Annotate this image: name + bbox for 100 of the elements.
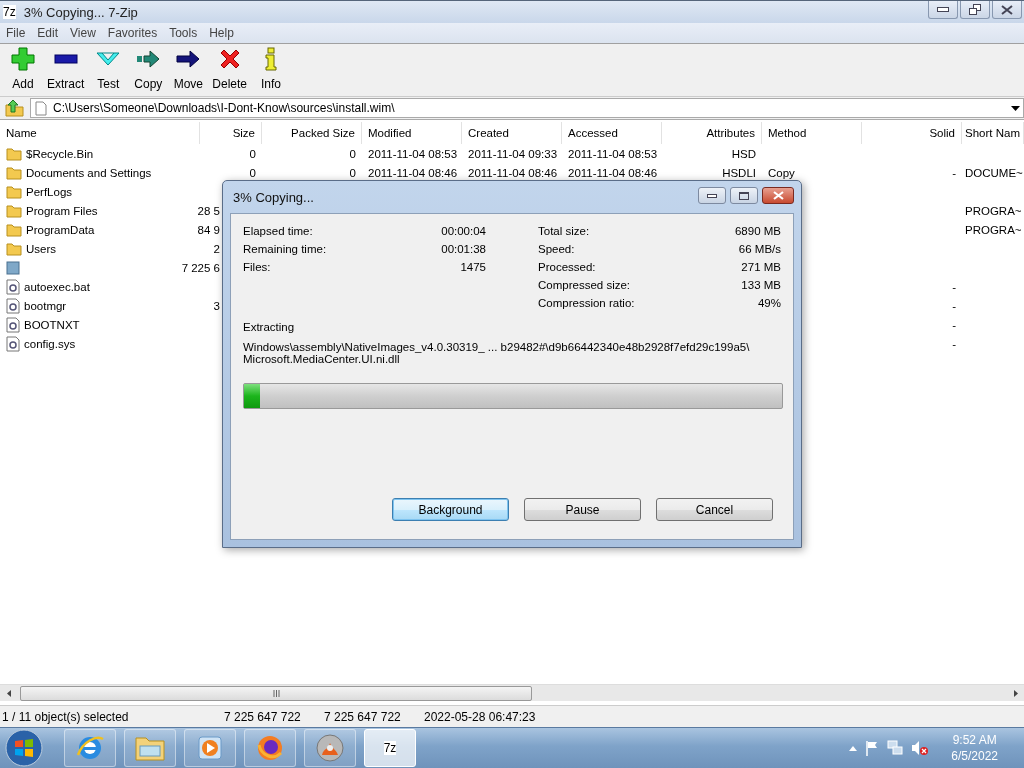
folder-up-icon[interactable] (5, 99, 25, 117)
table-cell: 0 (349, 147, 356, 160)
toolbar-button[interactable]: Delete (209, 44, 251, 96)
taskbar-button[interactable] (244, 729, 296, 767)
table-cell: - (952, 318, 956, 331)
menu-item[interactable]: File (0, 26, 32, 40)
table-cell: 28 5 (197, 204, 220, 217)
restore-button[interactable] (960, 1, 990, 19)
table-cell: - (952, 299, 956, 312)
stat-value: 00:00:04 (441, 224, 486, 238)
scroll-right-icon[interactable] (1013, 689, 1018, 697)
status-text: 1 / 11 object(s) selected (1, 709, 130, 724)
file-name: $Recycle.Bin (26, 147, 94, 160)
table-cell: 2011-11-04 08:53 (368, 147, 458, 160)
minus-icon (53, 54, 78, 64)
minimize-button[interactable] (928, 1, 958, 19)
stat-label: Speed: (538, 242, 576, 256)
stat-label: Files: (243, 260, 272, 274)
column-header[interactable]: Accessed (562, 122, 662, 144)
toolbar-button[interactable]: Copy (129, 44, 168, 96)
stat-value: 49% (756, 296, 781, 310)
minimize-icon (937, 7, 949, 12)
window-title: 3% Copying... 7-Zip (23, 4, 139, 20)
dropdown-arrow-icon[interactable] (1011, 106, 1020, 111)
stat-label: Compression ratio: (538, 296, 636, 310)
play-icon (197, 735, 223, 761)
file-name: BOOTNXT (24, 318, 80, 331)
minimize-button[interactable] (698, 187, 726, 204)
file-name: Documents and Settings (26, 166, 152, 179)
close-button[interactable] (762, 187, 794, 204)
stat-value: 00:01:38 (441, 242, 486, 256)
stat-value: 1475 (459, 260, 486, 274)
file-name: ProgramData (26, 223, 95, 236)
stat-value: 6890 MB (734, 224, 781, 238)
address-field[interactable]: C:\Users\Someone\Downloads\I-Dont-Know\sources\install.wim\ (30, 98, 1024, 118)
column-header[interactable]: Modified (362, 122, 462, 144)
table-cell: 84 9 (197, 223, 220, 236)
maximize-icon (739, 191, 749, 200)
dialog-button[interactable]: Pause (524, 498, 641, 521)
column-header[interactable]: Packed Size (262, 122, 362, 144)
column-header[interactable]: Attributes (662, 122, 762, 144)
file-path: Windows\assembly\NativeImages_v4.0.30319_ ... b29482#\d9b66442340e48b2928f7efd29c199a5\ (243, 341, 751, 353)
status-text: 2022-05-28 06:47:23 (423, 709, 537, 724)
table-cell: PROGRA~ (965, 223, 1022, 236)
stat-value: 271 MB (740, 260, 781, 274)
table-cell: HSD (731, 147, 756, 160)
column-header[interactable]: Solid (862, 122, 962, 144)
table-cell: 0 (349, 166, 356, 179)
table-cell: 2011-11-04 08:46 (468, 166, 558, 179)
network-icon[interactable] (887, 740, 904, 756)
file-name: autoexec.bat (24, 280, 90, 293)
dialog-button[interactable]: Background (392, 498, 509, 521)
close-icon (1001, 4, 1013, 15)
file-path: Microsoft.MediaCenter.UI.ni.dll (243, 353, 401, 365)
table-cell: PROGRA~ (965, 204, 1022, 217)
toolbar-button[interactable]: Extract (44, 44, 88, 96)
stat-value: 66 MB/s (737, 242, 781, 256)
plus-icon (11, 47, 35, 71)
taskbar-button[interactable] (304, 729, 356, 767)
status-text: 7 225 647 722 (323, 709, 402, 724)
close-button[interactable] (992, 1, 1022, 19)
maximize-button[interactable] (730, 187, 758, 204)
table-cell: 2011-11-04 09:33 (468, 147, 558, 160)
dialog-title: 3% Copying... (232, 189, 314, 205)
scrollbar-thumb[interactable] (20, 685, 532, 701)
menu-item[interactable]: Edit (31, 26, 65, 40)
flag-icon[interactable] (865, 740, 880, 756)
menu-item[interactable]: Favorites (101, 26, 164, 40)
stat-label: Elapsed time: (243, 224, 314, 238)
file-name: config.sys (24, 337, 76, 350)
table-cell: 0 (249, 166, 256, 179)
menu-item[interactable]: Help (203, 26, 240, 40)
column-header[interactable]: Created (462, 122, 562, 144)
start-button[interactable] (4, 728, 44, 768)
toolbar-button[interactable]: Info (252, 44, 291, 96)
show-hidden-icons-icon[interactable] (849, 745, 858, 751)
table-cell: - (952, 280, 956, 293)
toolbar-button[interactable]: Add (4, 44, 42, 96)
scroll-left-icon[interactable] (6, 689, 11, 697)
arrow-icon (176, 50, 201, 68)
taskbar-button[interactable] (64, 729, 116, 767)
column-header[interactable]: Name (0, 122, 200, 144)
table-cell: DOCUME~ (965, 166, 1023, 179)
zip-logo-icon: 7z (3, 5, 16, 19)
menu-item[interactable]: Tools (163, 26, 204, 40)
speaker-muted-icon[interactable] (911, 740, 930, 756)
stat-label: Processed: (538, 260, 597, 274)
toolbar-button[interactable]: Move (169, 44, 208, 96)
menu-item[interactable]: View (64, 26, 102, 40)
dialog-button[interactable]: Cancel (656, 498, 773, 521)
column-header[interactable]: Short Nam (962, 122, 1024, 144)
table-cell: - (952, 166, 956, 179)
table-cell: 3 (213, 299, 220, 312)
info-icon (265, 47, 278, 71)
toolbar-button[interactable]: Test (89, 44, 128, 96)
taskbar-button[interactable]: 7z (364, 729, 416, 767)
minimize-icon (707, 193, 717, 198)
stat-label: Compressed size: (538, 278, 632, 292)
column-header[interactable]: Size (200, 122, 262, 144)
column-header[interactable]: Method (762, 122, 862, 144)
